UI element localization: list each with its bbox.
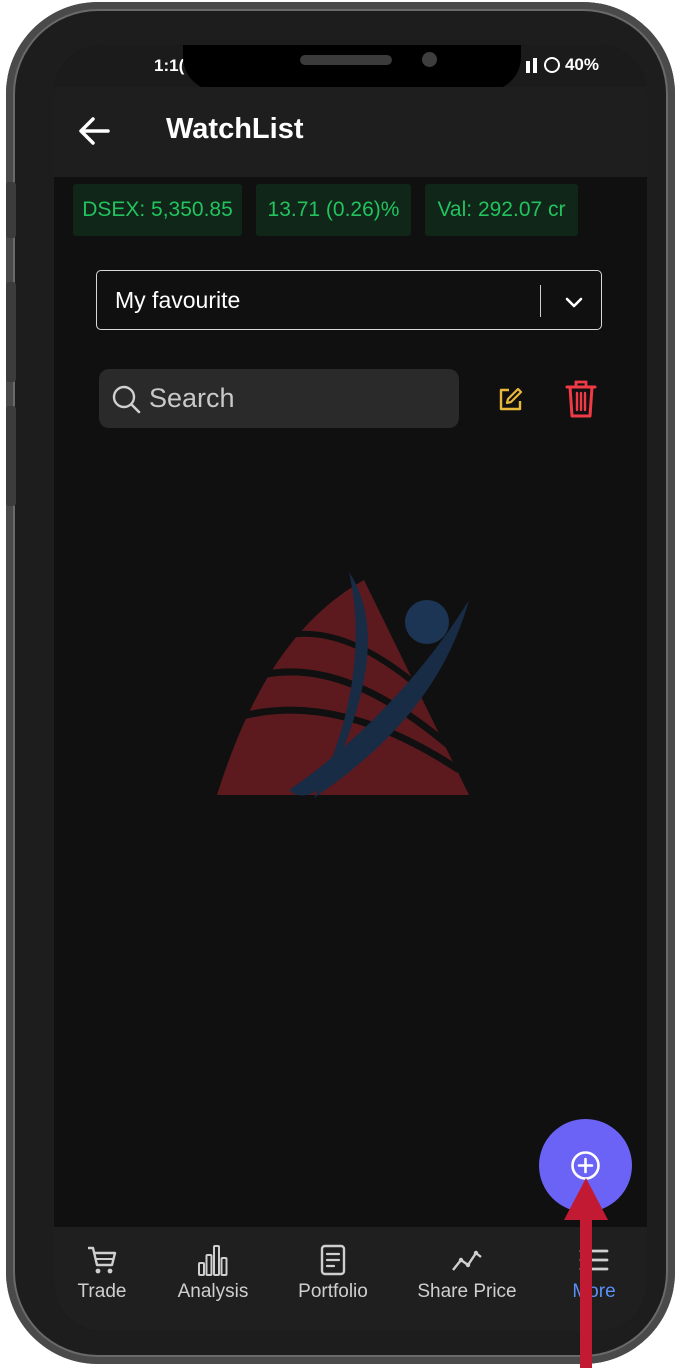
nav-item-portfolio[interactable]: Portfolio [290,1243,376,1303]
nav-item-share-price[interactable]: Share Price [409,1243,525,1303]
page-title: WatchList [166,113,304,145]
bottom-navigation: Trade Analysis Portfolio Share Price Mor… [54,1227,647,1331]
ticker-change: 13.71 (0.26)% [256,184,411,236]
phone-volume-up-button [6,282,16,382]
nav-label-analysis: Analysis [177,1281,249,1302]
camera-notch [183,45,521,91]
nav-label-portfolio: Portfolio [298,1281,368,1302]
document-icon [320,1244,346,1276]
battery-ring-icon [543,57,560,73]
watchlist-dropdown[interactable]: My favourite [96,270,602,330]
nav-label-trade: Trade [77,1281,127,1302]
nav-item-trade[interactable]: Trade [70,1243,134,1303]
cart-icon [88,1246,117,1274]
bar-chart-icon [198,1245,228,1276]
signal-icon [525,58,537,73]
app-bar: WatchList [54,87,647,177]
app-logo-watermark [217,572,469,798]
status-right: 40% [523,55,599,75]
search-bar[interactable]: Search [99,369,459,428]
search-icon [112,385,141,414]
nav-label-share-price: Share Price [417,1281,517,1302]
phone-volume-down-button [6,406,16,506]
status-time: 1:1( [154,56,185,75]
nav-item-analysis[interactable]: Analysis [170,1243,256,1303]
app-screen: 1:1( 40% WatchList DSEX: 5,350.85 13.71 … [54,45,647,1331]
phone-frame: 1:1( 40% WatchList DSEX: 5,350.85 13.71 … [6,2,675,1364]
battery-percent: 40% [564,55,599,74]
speaker-grille [300,55,392,65]
front-camera [422,52,437,67]
trash-icon[interactable] [564,379,598,419]
back-arrow-icon[interactable] [74,111,114,151]
watchlist-selected: My favourite [115,287,241,313]
ticker-value: Val: 292.07 cr [425,184,578,236]
ticker-index: DSEX: 5,350.85 [73,184,242,236]
dropdown-separator [539,285,541,317]
pointer-arrow-annotation [564,1178,608,1368]
trend-line-icon [452,1250,482,1271]
phone-side-button [6,182,16,238]
search-input[interactable]: Search [149,383,235,414]
chevron-down-icon[interactable] [563,291,585,313]
edit-icon[interactable] [496,386,524,414]
